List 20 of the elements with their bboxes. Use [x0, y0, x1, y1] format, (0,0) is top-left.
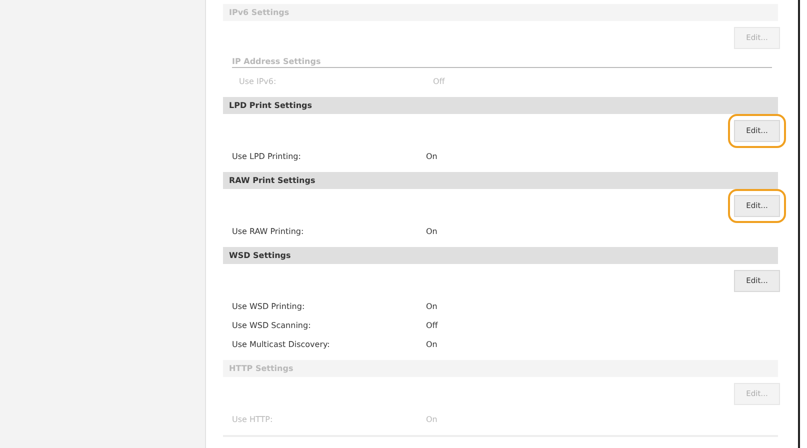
setting-label: Use LPD Printing: [232, 152, 302, 161]
section-header: HTTP Settings [223, 360, 778, 377]
section-header: WSD Settings [223, 247, 778, 264]
setting-label: Use RAW Printing: [232, 227, 305, 236]
setting-value: Off [433, 77, 445, 86]
setting-label: Use WSD Printing: [232, 302, 306, 311]
setting-value: On [426, 302, 438, 311]
setting-value: On [426, 227, 438, 236]
setting-value: On [426, 415, 438, 424]
section-header: LPD Print Settings [223, 97, 778, 114]
setting-label: Use IPv6: [239, 77, 278, 86]
subsection-heading: IP Address Settings [232, 57, 772, 68]
setting-value: Off [426, 321, 438, 330]
setting-label: Use WSD Scanning: [232, 321, 312, 330]
section-header: RAW Print Settings [223, 172, 778, 189]
setting-label: Use Multicast Discovery: [232, 340, 331, 349]
setting-value: On [426, 340, 438, 349]
setting-value: On [426, 152, 438, 161]
section-header: IPv6 Settings [223, 4, 778, 21]
setting-label: Use HTTP: [232, 415, 274, 424]
